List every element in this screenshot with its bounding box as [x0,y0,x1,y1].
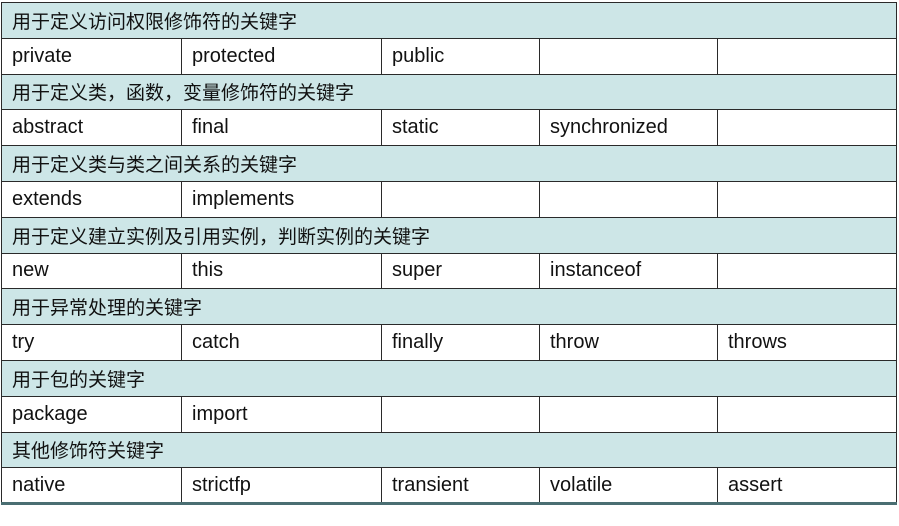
keyword-cell: catch [181,324,382,361]
java-keywords-table: 用于定义访问权限修饰符的关键字 private protected public 用于定… [1,2,897,506]
group-title: 用于异常处理的关键字 [1,288,897,326]
keyword-cell: super [381,252,540,290]
keyword-cell: abstract [1,109,182,147]
keyword-row: new this super instanceof [1,252,897,290]
keyword-cell: throw [539,324,718,361]
keyword-cell: private [1,37,182,75]
keyword-row: native strictfp transient volatile assert [1,467,897,506]
keyword-cell [539,395,718,433]
keyword-row: private protected public [1,37,897,75]
keyword-cell: strictfp [181,467,382,506]
keyword-cell: throws [717,324,897,361]
keyword-cell: final [181,109,382,147]
group-header-row: 用于定义建立实例及引用实例，判断实例的关键字 [1,216,897,254]
keyword-cell [717,109,897,147]
group-title: 用于定义建立实例及引用实例，判断实例的关键字 [1,216,897,254]
keyword-cell: transient [381,467,540,506]
group-header-row: 其他修饰符关键字 [1,431,897,469]
keyword-cell: synchronized [539,109,718,147]
group-header-row: 用于定义访问权限修饰符的关键字 [1,2,897,39]
keyword-row: try catch finally throw throws [1,324,897,361]
keyword-cell [717,37,897,75]
keyword-cell [539,37,718,75]
keyword-row: abstract final static synchronized [1,109,897,147]
keyword-cell [381,395,540,433]
keyword-cell: instanceof [539,252,718,290]
keyword-cell [539,180,718,218]
keyword-cell: native [1,467,182,506]
keyword-cell: import [181,395,382,433]
group-title: 用于定义类与类之间关系的关键字 [1,145,897,182]
keyword-row: package import [1,395,897,433]
group-header-row: 用于包的关键字 [1,359,897,397]
keyword-cell [381,180,540,218]
keyword-cell: finally [381,324,540,361]
group-header-row: 用于异常处理的关键字 [1,288,897,326]
keyword-cell [717,395,897,433]
group-header-row: 用于定义类，函数，变量修饰符的关键字 [1,73,897,111]
keyword-cell: package [1,395,182,433]
keyword-cell [717,252,897,290]
keyword-cell: protected [181,37,382,75]
group-title: 其他修饰符关键字 [1,431,897,469]
keyword-cell: volatile [539,467,718,506]
keyword-cell: implements [181,180,382,218]
keyword-cell: try [1,324,182,361]
group-header-row: 用于定义类与类之间关系的关键字 [1,145,897,182]
keyword-row: extends implements [1,180,897,218]
keyword-cell: public [381,37,540,75]
keyword-cell: static [381,109,540,147]
group-title: 用于定义类，函数，变量修饰符的关键字 [1,73,897,111]
keyword-cell: extends [1,180,182,218]
keyword-cell: new [1,252,182,290]
keyword-cell: assert [717,467,897,506]
keyword-cell [717,180,897,218]
keyword-cell: this [181,252,382,290]
group-title: 用于包的关键字 [1,359,897,397]
group-title: 用于定义访问权限修饰符的关键字 [1,2,897,39]
